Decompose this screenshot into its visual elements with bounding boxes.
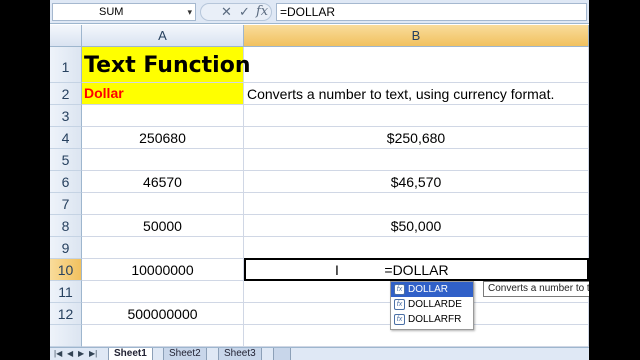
row-header-13[interactable] [50,325,82,347]
cell-a8[interactable]: 50000 [82,215,244,237]
cell-b2[interactable]: Converts a number to text, using currenc… [244,83,589,105]
row-header-8[interactable]: 8 [50,215,82,237]
cell-b7[interactable] [244,193,589,215]
row-header-12[interactable]: 12 [50,303,82,325]
cell-a1[interactable]: Text Function [82,47,251,83]
cell-a13[interactable] [82,325,244,347]
next-sheet-icon[interactable]: ▶ [78,348,84,360]
cell-b8[interactable]: $50,000 [244,215,589,237]
tab-sheet2[interactable]: Sheet2 [163,348,207,360]
select-all-corner[interactable] [50,25,82,47]
row-header-7[interactable]: 7 [50,193,82,215]
function-icon: fx [394,314,405,325]
function-icon: fx [394,284,405,295]
column-header-a[interactable]: A [82,25,244,47]
row-header-4[interactable]: 4 [50,127,82,149]
name-box-dropdown-icon[interactable]: ▾ [187,4,192,20]
cell-b1[interactable] [244,47,589,83]
cell-b6[interactable]: $46,570 [244,171,589,193]
row-header-11[interactable]: 11 [50,281,82,303]
cancel-icon[interactable]: ✕ [221,4,232,20]
cell-a11[interactable] [82,281,244,303]
function-tooltip: Converts a number to text [483,281,589,297]
cell-a5[interactable] [82,149,244,171]
cell-a4[interactable]: 250680 [82,127,244,149]
cell-b10-editing[interactable]: =DOLLAR [244,258,589,281]
last-sheet-icon[interactable]: ▶| [89,348,97,360]
cell-a2[interactable]: Dollar [82,83,244,105]
row-header-2[interactable]: 2 [50,83,82,105]
excel-window: SUM ▾ ✕ ✓ fx =DOLLAR A B 1 Text Function… [50,0,589,360]
cell-b5[interactable] [244,149,589,171]
cell-a7[interactable] [82,193,244,215]
sheet-tab-bar: |◀ ◀ ▶ ▶| Sheet1 Sheet2 Sheet3 [50,347,589,360]
text-cursor-icon: I [335,262,339,278]
autocomplete-item[interactable]: fx DOLLARFR [391,312,473,327]
autocomplete-item[interactable]: fx DOLLARDE [391,297,473,312]
row-header-9[interactable]: 9 [50,237,82,259]
insert-sheet-icon[interactable] [273,348,291,360]
row-header-6[interactable]: 6 [50,171,82,193]
tab-sheet3[interactable]: Sheet3 [218,348,262,360]
row-header-10[interactable]: 10 [50,259,82,281]
function-autocomplete-list: fx DOLLAR fx DOLLARDE fx DOLLARFR [390,281,474,330]
enter-icon[interactable]: ✓ [239,4,250,20]
autocomplete-item[interactable]: fx DOLLAR [391,282,473,297]
cell-b3[interactable] [244,105,589,127]
tab-sheet1[interactable]: Sheet1 [108,348,153,360]
first-sheet-icon[interactable]: |◀ [54,348,62,360]
cell-b4[interactable]: $250,680 [244,127,589,149]
cell-a9[interactable] [82,237,244,259]
cell-a3[interactable] [82,105,244,127]
cell-a6[interactable]: 46570 [82,171,244,193]
cell-b9[interactable] [244,237,589,259]
prev-sheet-icon[interactable]: ◀ [67,348,73,360]
formula-input[interactable]: =DOLLAR [276,3,587,21]
insert-function-icon[interactable]: fx [256,4,268,20]
formula-buttons: ✕ ✓ fx [200,3,272,21]
row-header-3[interactable]: 3 [50,105,82,127]
cell-a12[interactable]: 500000000 [82,303,244,325]
formula-bar: SUM ▾ ✕ ✓ fx =DOLLAR [50,0,589,24]
column-header-b[interactable]: B [244,25,589,47]
function-icon: fx [394,299,405,310]
name-box[interactable]: SUM ▾ [52,3,196,21]
row-header-1[interactable]: 1 [50,47,82,83]
name-box-value: SUM [99,6,124,18]
cell-a10[interactable]: 10000000 [82,259,244,281]
row-header-5[interactable]: 5 [50,149,82,171]
